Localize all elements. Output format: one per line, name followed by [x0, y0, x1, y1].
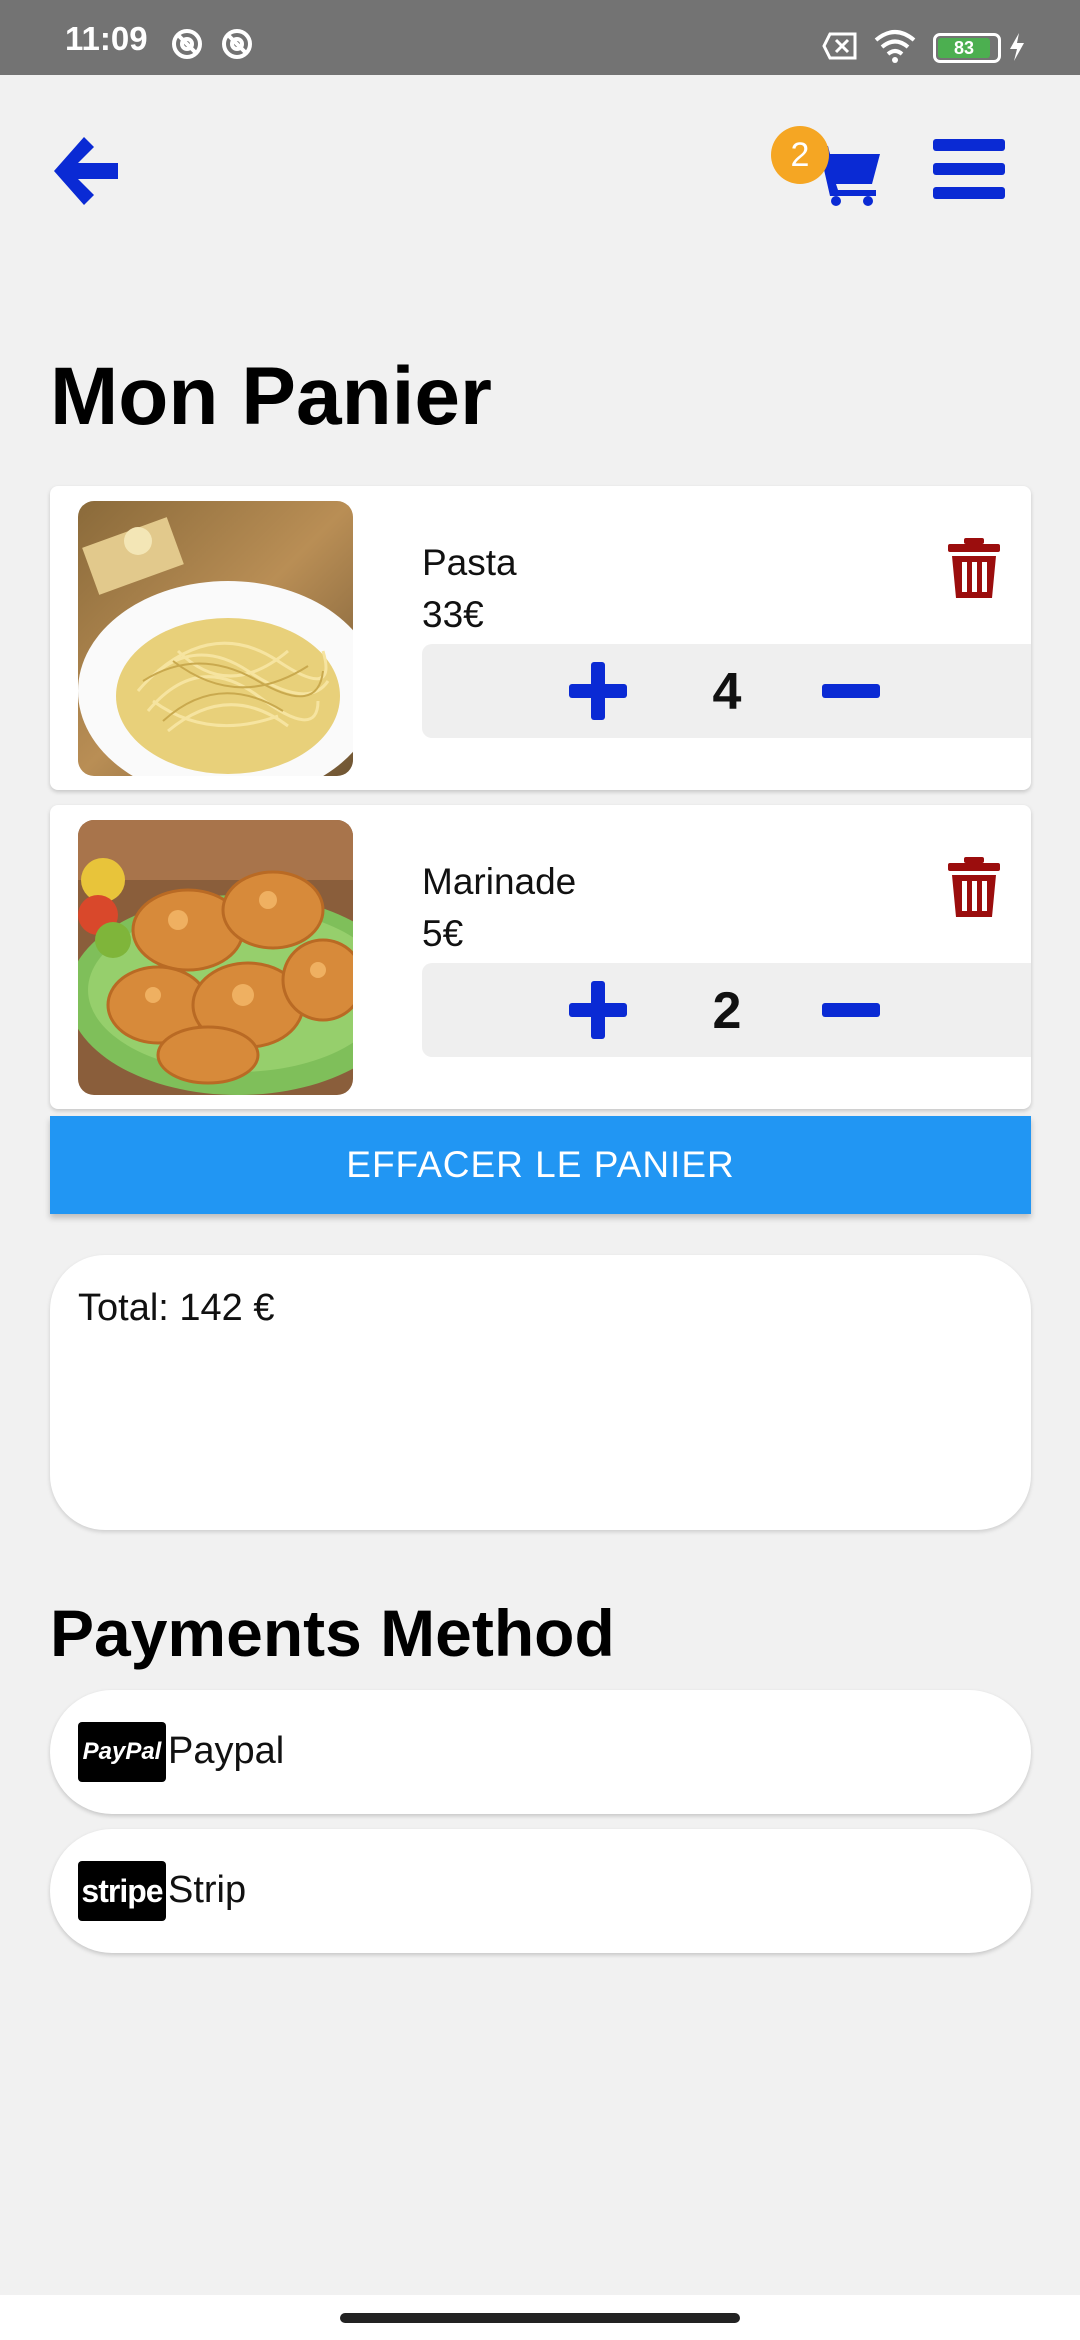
payment-option-stripe[interactable]: stripe Strip — [50, 1829, 1031, 1953]
trash-icon[interactable] — [946, 857, 1002, 919]
pasta-spaghetti-photo — [78, 501, 353, 776]
status-bar: 11:09 83 — [0, 0, 1080, 75]
plus-icon[interactable] — [569, 662, 627, 720]
payment-option-paypal[interactable]: PayPal Paypal — [50, 1690, 1031, 1814]
hamburger-menu-icon[interactable] — [933, 137, 1005, 201]
arrow-left-icon[interactable] — [50, 133, 122, 209]
minus-icon[interactable] — [822, 684, 880, 698]
quantity-value: 2 — [712, 982, 742, 1040]
payment-label: Strip — [168, 1869, 247, 1911]
battery-level: 83 — [938, 38, 990, 58]
trash-icon[interactable] — [946, 538, 1002, 600]
plus-icon[interactable] — [569, 981, 627, 1039]
vpn-icon — [222, 29, 252, 59]
quantity-value: 4 — [712, 663, 742, 721]
payments-title: Payments Method — [50, 1596, 615, 1670]
item-name: Pasta — [422, 542, 517, 583]
payment-label: Paypal — [168, 1730, 285, 1772]
item-price: 33€ — [422, 594, 484, 635]
page-title: Mon Panier — [50, 351, 492, 442]
minus-icon[interactable] — [822, 1003, 880, 1017]
quantity-stepper: 2 — [422, 963, 1031, 1057]
status-time: 11:09 — [65, 20, 148, 57]
paypal-logo: PayPal — [78, 1722, 166, 1782]
item-name: Marinade — [422, 861, 577, 902]
cart-count-badge: 2 — [771, 126, 829, 184]
fried-chicken-photo — [78, 820, 353, 1095]
wifi-icon — [874, 30, 916, 63]
vpn-icon — [172, 29, 202, 59]
cart-item-card: Pasta 33€ 4 — [50, 486, 1031, 790]
item-price: 5€ — [422, 913, 464, 954]
cart-item-card: Marinade 5€ 2 — [50, 805, 1031, 1109]
total-card: Total: 142 € — [50, 1255, 1031, 1530]
clear-cart-button[interactable]: EFFACER LE PANIER — [50, 1116, 1031, 1214]
stripe-logo: stripe — [78, 1861, 166, 1921]
sim-off-icon — [822, 32, 857, 60]
charging-icon — [1010, 33, 1024, 61]
battery-icon: 83 — [933, 33, 1001, 63]
home-indicator[interactable] — [340, 2313, 740, 2323]
quantity-stepper: 4 — [422, 644, 1031, 738]
total-label: Total: 142 € — [78, 1287, 275, 1329]
